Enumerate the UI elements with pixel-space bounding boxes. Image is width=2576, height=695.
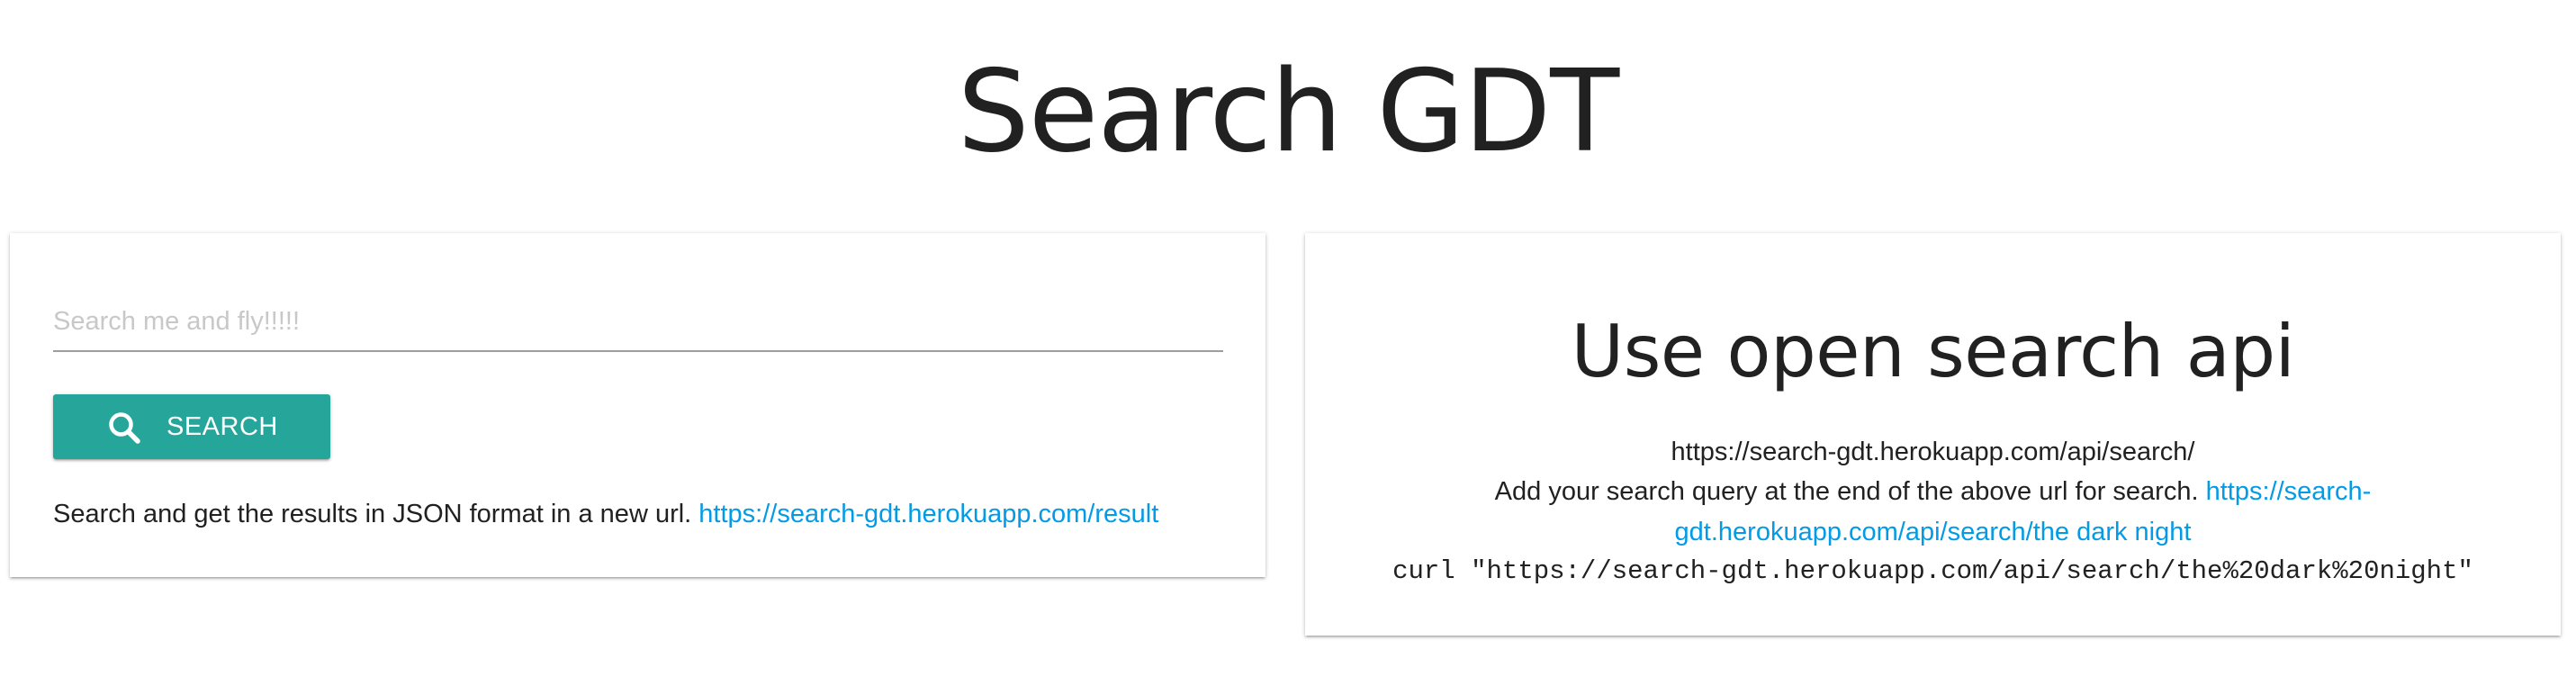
search-button[interactable]: SEARCH [53,394,330,459]
search-icon [107,411,141,445]
api-description: Add your search query at the end of the … [1467,472,2399,553]
search-input[interactable] [53,293,1223,352]
search-card: SEARCH Search and get the results in JSO… [10,233,1265,577]
api-card: Use open search api https://search-gdt.h… [1305,233,2561,636]
api-description-text: Add your search query at the end of the … [1494,477,2199,506]
search-button-label: SEARCH [167,412,278,441]
search-description-text: Search and get the results in JSON forma… [53,500,692,528]
api-title: Use open search api [1571,310,2295,393]
result-link[interactable]: https://search-gdt.herokuapp.com/result [698,500,1158,528]
page-title: Search GDT [957,45,1620,177]
api-endpoint: https://search-gdt.herokuapp.com/api/sea… [1671,438,2195,466]
search-description: Search and get the results in JSON forma… [53,496,1241,532]
curl-example: curl "https://search-gdt.herokuapp.com/a… [1392,556,2473,586]
